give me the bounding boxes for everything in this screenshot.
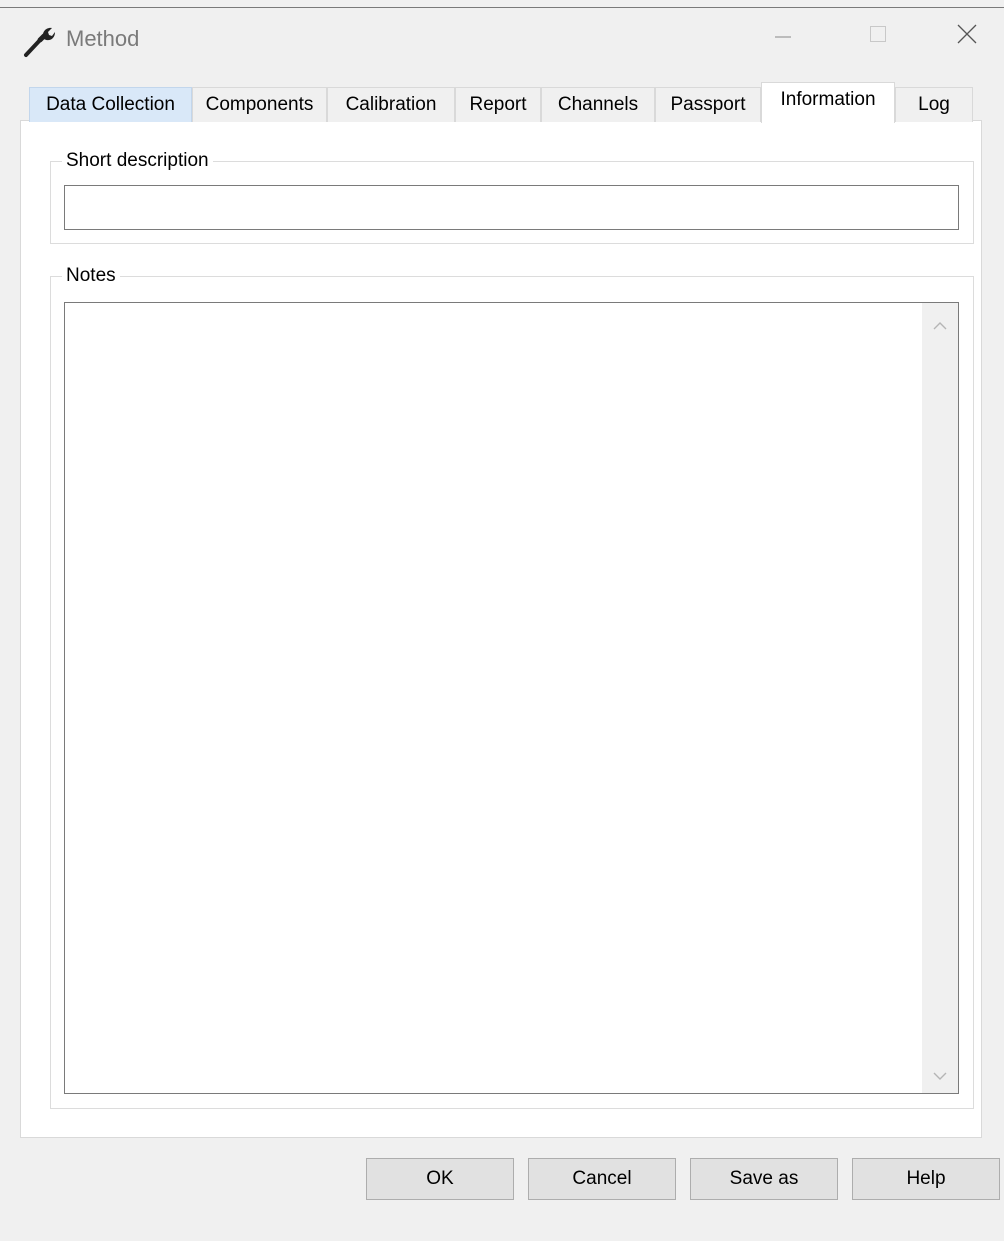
save-as-button[interactable]: Save as bbox=[690, 1158, 838, 1200]
tab-information[interactable]: Information bbox=[761, 82, 895, 123]
tab-report[interactable]: Report bbox=[455, 87, 541, 122]
button-label: OK bbox=[426, 1168, 454, 1189]
tab-label: Channels bbox=[557, 94, 639, 115]
tab-channels[interactable]: Channels bbox=[541, 87, 655, 122]
wrench-icon bbox=[22, 24, 56, 58]
window-title: Method bbox=[66, 26, 140, 51]
short-description-label: Short description bbox=[62, 150, 213, 172]
tab-label: Passport bbox=[670, 94, 746, 115]
tab-log[interactable]: Log bbox=[895, 87, 973, 122]
tab-data-collection[interactable]: Data Collection bbox=[29, 87, 192, 122]
minimize-button[interactable] bbox=[756, 14, 810, 60]
maximize-icon bbox=[868, 24, 888, 50]
button-label: Cancel bbox=[572, 1168, 632, 1189]
close-icon bbox=[956, 23, 978, 51]
ok-button[interactable]: OK bbox=[366, 1158, 514, 1200]
notes-scrollbar[interactable] bbox=[922, 303, 958, 1093]
tab-label: Components bbox=[205, 94, 314, 115]
tab-label: Calibration bbox=[345, 94, 437, 115]
help-button[interactable]: Help bbox=[852, 1158, 1000, 1200]
notes-label: Notes bbox=[62, 265, 120, 287]
scroll-down-arrow[interactable] bbox=[926, 1062, 954, 1090]
close-button[interactable] bbox=[940, 14, 994, 60]
button-label: Save as bbox=[729, 1168, 799, 1189]
button-label: Help bbox=[906, 1168, 946, 1189]
notes-textarea[interactable] bbox=[64, 302, 959, 1094]
minimize-icon bbox=[773, 24, 793, 50]
short-description-input[interactable] bbox=[64, 185, 959, 230]
chevron-up-icon bbox=[933, 315, 947, 337]
chevron-down-icon bbox=[933, 1065, 947, 1087]
tab-passport[interactable]: Passport bbox=[655, 87, 761, 122]
tab-label: Data Collection bbox=[46, 94, 175, 115]
tab-label: Information bbox=[780, 89, 876, 110]
tab-label: Report bbox=[469, 94, 527, 115]
tab-label: Log bbox=[918, 94, 950, 115]
tab-components[interactable]: Components bbox=[192, 87, 327, 122]
tab-calibration[interactable]: Calibration bbox=[327, 87, 455, 122]
maximize-button[interactable] bbox=[851, 14, 905, 60]
cancel-button[interactable]: Cancel bbox=[528, 1158, 676, 1200]
scroll-up-arrow[interactable] bbox=[926, 312, 954, 340]
